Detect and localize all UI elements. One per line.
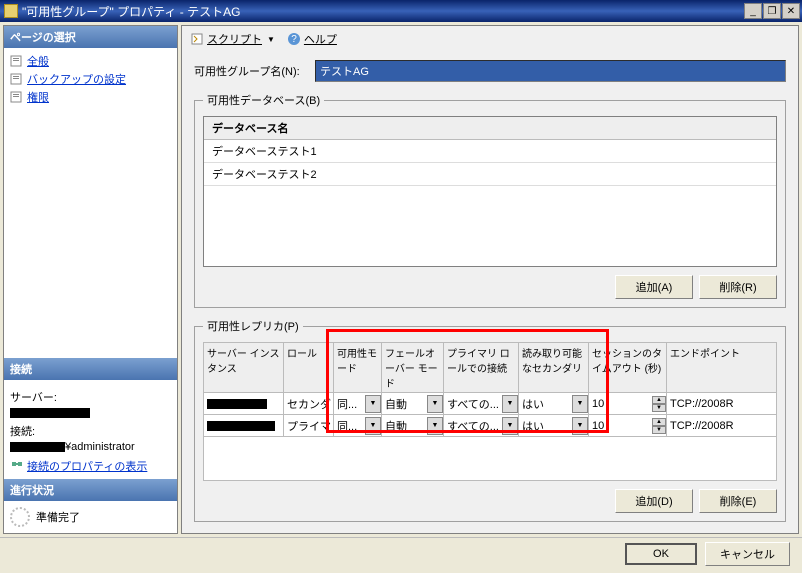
chevron-down-icon[interactable]: ▼ (365, 417, 381, 435)
app-icon (4, 4, 18, 18)
view-connection-properties-link[interactable]: 接続のプロパティの表示 (27, 458, 147, 474)
spin-down-icon[interactable]: ▼ (652, 426, 666, 434)
remove-replica-button[interactable]: 削除(E) (699, 489, 777, 513)
maximize-button[interactable]: ❐ (763, 3, 781, 19)
failover-mode-select[interactable]: 自動▼ (382, 415, 443, 436)
group-name-label: 可用性グループ名(N): (194, 63, 309, 79)
col-server-instance: サーバー インスタンス (204, 343, 284, 393)
window-title: "可用性グループ" プロパティ - テストAG (22, 3, 743, 20)
sidebar-header-progress: 進行状況 (4, 479, 177, 501)
title-bar: "可用性グループ" プロパティ - テストAG _ ❐ ✕ (0, 0, 802, 22)
role-cell: セカンダリ (284, 396, 333, 412)
table-row (204, 437, 777, 481)
sidebar: ページの選択 全般 バックアップの設定 権限 接続 サーバー: 接続: ¥adm… (3, 25, 178, 534)
connection-info: サーバー: 接続: ¥administrator 接続のプロパティの表示 (4, 380, 177, 479)
page-icon (10, 91, 24, 103)
chevron-down-icon[interactable]: ▼ (572, 417, 588, 435)
sidebar-item-label: バックアップの設定 (27, 71, 126, 87)
replicas-fieldset: 可用性レプリカ(P) サーバー インスタンス ロール 可用性モード フェールオー… (194, 318, 786, 522)
help-icon: ? (287, 32, 301, 46)
close-button[interactable]: ✕ (782, 3, 800, 19)
list-item[interactable]: データベーステスト2 (204, 163, 776, 186)
failover-mode-select[interactable]: 自動▼ (382, 393, 443, 414)
readable-secondary-select[interactable]: はい▼ (519, 415, 588, 436)
connection-value: ¥administrator (10, 441, 171, 453)
chevron-down-icon[interactable]: ▼ (267, 35, 275, 44)
readable-secondary-select[interactable]: はい▼ (519, 393, 588, 414)
connection-label: 接続: (10, 423, 171, 439)
chevron-down-icon[interactable]: ▼ (502, 395, 518, 413)
db-column-header: データベース名 (204, 117, 776, 140)
chevron-down-icon[interactable]: ▼ (427, 417, 443, 435)
dialog-button-bar: OK キャンセル (0, 537, 802, 569)
col-readable-secondary: 読み取り可能なセカンダリ (519, 343, 589, 393)
script-button[interactable]: スクリプト (207, 31, 262, 47)
chevron-down-icon[interactable]: ▼ (365, 395, 381, 413)
availability-mode-select[interactable]: 同...▼ (334, 393, 381, 414)
col-failover-mode: フェールオーバー モード (382, 343, 444, 393)
sidebar-item-general[interactable]: 全般 (8, 52, 173, 70)
col-primary-connections: プライマリ ロールでの接続 (444, 343, 519, 393)
role-cell: プライマリ (284, 418, 333, 434)
server-instance-cell (204, 398, 283, 410)
chevron-down-icon[interactable]: ▼ (502, 417, 518, 435)
spin-up-icon[interactable]: ▲ (652, 418, 666, 426)
col-endpoint: エンドポイント (667, 343, 777, 393)
table-row[interactable]: セカンダリ 同...▼ 自動▼ すべての...▼ はい▼ 10▲▼ TCP://… (204, 393, 777, 415)
sidebar-header-connection: 接続 (4, 358, 177, 380)
col-availability-mode: 可用性モード (334, 343, 382, 393)
sidebar-item-label: 権限 (27, 89, 49, 105)
connection-icon (10, 457, 24, 474)
help-button[interactable]: ヘルプ (304, 31, 337, 47)
remove-database-button[interactable]: 削除(R) (699, 275, 777, 299)
group-name-input[interactable]: テストAG (315, 60, 786, 82)
database-list[interactable]: データベース名 データベーステスト1 データベーステスト2 (203, 116, 777, 267)
chevron-down-icon[interactable]: ▼ (572, 395, 588, 413)
sidebar-item-permissions[interactable]: 権限 (8, 88, 173, 106)
sidebar-item-backup[interactable]: バックアップの設定 (8, 70, 173, 88)
replica-table: サーバー インスタンス ロール 可用性モード フェールオーバー モード プライマ… (203, 342, 777, 481)
progress-spinner-icon (10, 507, 30, 527)
spin-up-icon[interactable]: ▲ (652, 396, 666, 404)
page-icon (10, 55, 24, 67)
primary-connections-select[interactable]: すべての...▼ (444, 415, 518, 436)
col-role: ロール (284, 343, 334, 393)
add-database-button[interactable]: 追加(A) (615, 275, 693, 299)
endpoint-cell[interactable]: TCP://2008R (667, 398, 776, 410)
list-item[interactable]: データベーステスト1 (204, 140, 776, 163)
content-pane: スクリプト ▼ ? ヘルプ 可用性グループ名(N): テストAG 可用性データベ… (181, 25, 799, 534)
script-icon (190, 32, 204, 46)
endpoint-cell[interactable]: TCP://2008R (667, 420, 776, 432)
availability-mode-select[interactable]: 同...▼ (334, 415, 381, 436)
progress-text: 準備完了 (36, 509, 80, 525)
page-icon (10, 73, 24, 85)
cancel-button[interactable]: キャンセル (705, 542, 790, 566)
table-row[interactable]: プライマリ 同...▼ 自動▼ すべての...▼ はい▼ 10▲▼ TCP://… (204, 415, 777, 437)
chevron-down-icon[interactable]: ▼ (427, 395, 443, 413)
session-timeout-input[interactable]: 10▲▼ (589, 418, 666, 434)
ok-button[interactable]: OK (625, 543, 697, 565)
svg-text:?: ? (291, 34, 297, 45)
content-toolbar: スクリプト ▼ ? ヘルプ (182, 26, 798, 52)
spin-down-icon[interactable]: ▼ (652, 404, 666, 412)
sidebar-header-pages: ページの選択 (4, 26, 177, 48)
replicas-legend: 可用性レプリカ(P) (203, 318, 303, 334)
col-session-timeout: セッションのタイムアウト (秒) (589, 343, 667, 393)
primary-connections-select[interactable]: すべての...▼ (444, 393, 518, 414)
minimize-button[interactable]: _ (744, 3, 762, 19)
add-replica-button[interactable]: 追加(D) (615, 489, 693, 513)
server-label: サーバー: (10, 389, 171, 405)
sidebar-item-label: 全般 (27, 53, 49, 69)
databases-legend: 可用性データベース(B) (203, 92, 324, 108)
server-value (10, 407, 171, 419)
server-instance-cell (204, 420, 283, 432)
session-timeout-input[interactable]: 10▲▼ (589, 396, 666, 412)
databases-fieldset: 可用性データベース(B) データベース名 データベーステスト1 データベーステス… (194, 92, 786, 308)
